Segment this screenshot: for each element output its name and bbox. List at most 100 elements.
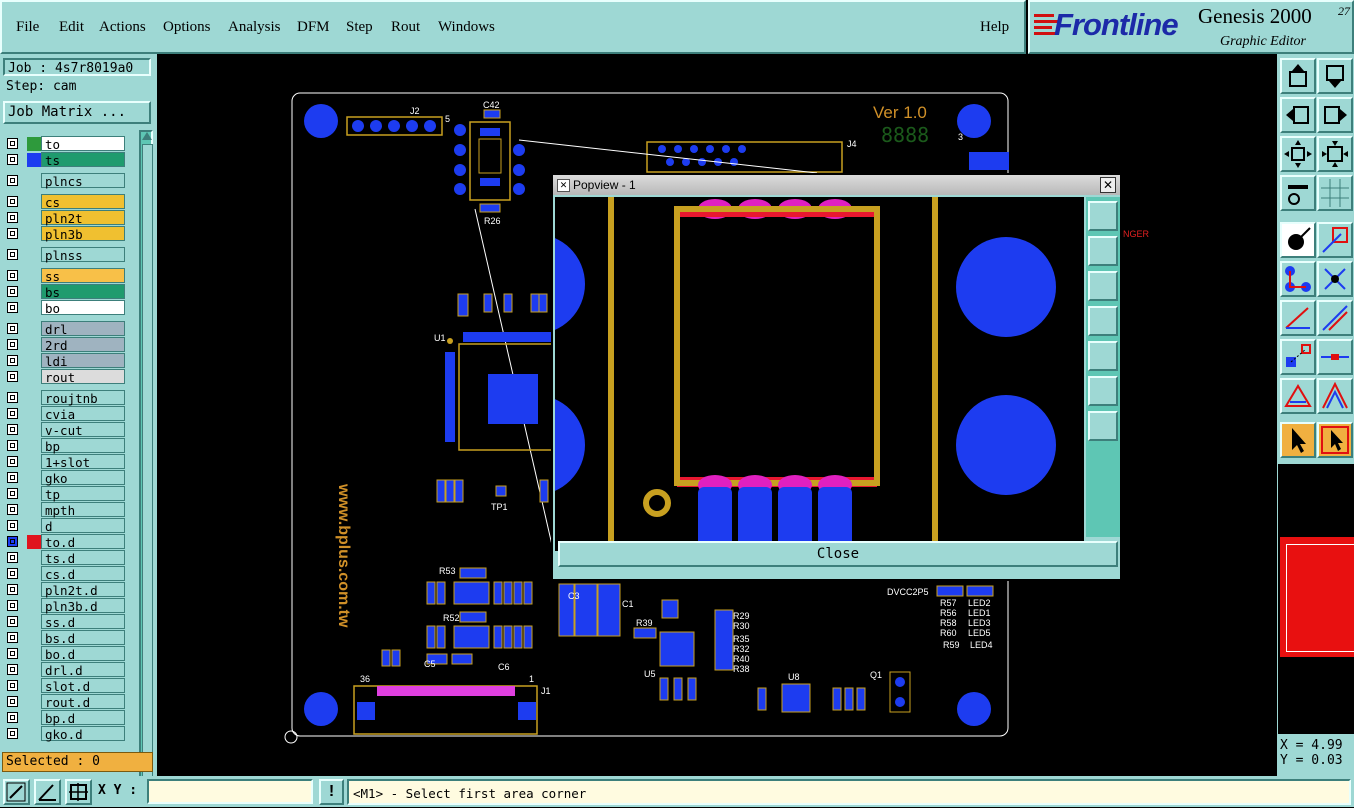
layer-row[interactable]: plnss — [3, 247, 127, 263]
layer-row[interactable]: tp — [3, 486, 127, 502]
layer-row[interactable]: 1+slot — [3, 454, 127, 470]
layer-visibility-checkbox[interactable] — [7, 339, 18, 350]
grid-icon[interactable] — [1317, 175, 1353, 211]
layer-name[interactable]: bs — [41, 284, 125, 300]
layer-visibility-checkbox[interactable] — [7, 648, 18, 659]
layer-name[interactable]: drl — [41, 321, 125, 337]
layer-visibility-checkbox[interactable] — [7, 270, 18, 281]
layer-row[interactable]: bs — [3, 284, 127, 300]
layer-name[interactable]: plnss — [41, 247, 125, 263]
layer-visibility-checkbox[interactable] — [7, 424, 18, 435]
layer-name[interactable]: ss.d — [41, 614, 125, 630]
layer-visibility-checkbox[interactable] — [7, 196, 18, 207]
layer-row[interactable]: ldi — [3, 353, 127, 369]
popview-titlebar[interactable]: ✕ Popview - 1 ✕ — [553, 175, 1120, 195]
layer-visibility-checkbox[interactable] — [7, 552, 18, 563]
layer-row[interactable]: bs.d — [3, 630, 127, 646]
menu-dfm[interactable]: DFM — [297, 19, 330, 36]
layer-name[interactable]: bs.d — [41, 630, 125, 646]
layer-row[interactable]: ss — [3, 268, 127, 284]
close-button[interactable]: Close — [558, 541, 1118, 567]
xy-input[interactable] — [147, 779, 313, 804]
menu-file[interactable]: File — [16, 19, 39, 36]
layer-visibility-checkbox[interactable] — [7, 536, 18, 547]
zoom-in-icon[interactable] — [1088, 201, 1118, 231]
layer-row[interactable]: pln2t — [3, 210, 127, 226]
layer-name[interactable]: 2rd — [41, 337, 125, 353]
layer-name[interactable]: gko.d — [41, 726, 125, 742]
select-area-icon[interactable] — [1317, 422, 1353, 458]
menu-options[interactable]: Options — [163, 19, 211, 36]
pan-up-icon[interactable] — [1280, 58, 1316, 94]
layer-visibility-checkbox[interactable] — [7, 392, 18, 403]
layer-row[interactable]: roujtnb — [3, 390, 127, 406]
layer-visibility-checkbox[interactable] — [7, 323, 18, 334]
layer-row[interactable]: bp.d — [3, 710, 127, 726]
layer-visibility-checkbox[interactable] — [7, 504, 18, 515]
layer-visibility-checkbox[interactable] — [7, 286, 18, 297]
layer-name[interactable]: slot.d — [41, 678, 125, 694]
layer-color-swatch[interactable] — [27, 535, 41, 549]
layer-visibility-checkbox[interactable] — [7, 472, 18, 483]
layer-row[interactable]: drl — [3, 321, 127, 337]
zoom-out-icon[interactable] — [1317, 136, 1353, 172]
menu-windows[interactable]: Windows — [438, 19, 495, 36]
layer-visibility-checkbox[interactable] — [7, 440, 18, 451]
layer-visibility-checkbox[interactable] — [7, 712, 18, 723]
snap-triangle-icon[interactable] — [1280, 378, 1316, 414]
layer-name[interactable]: tp — [41, 486, 125, 502]
snap-pad-icon[interactable] — [1280, 339, 1316, 375]
crosshair-grid-icon[interactable] — [65, 779, 92, 805]
layer-name[interactable]: cs.d — [41, 566, 125, 582]
layer-visibility-checkbox[interactable] — [7, 680, 18, 691]
close-icon[interactable]: ✕ — [1100, 177, 1116, 193]
layer-row[interactable]: cs.d — [3, 566, 127, 582]
layer-row[interactable]: v-cut — [3, 422, 127, 438]
layer-name[interactable]: plncs — [41, 173, 125, 189]
layer-visibility-checkbox[interactable] — [7, 696, 18, 707]
menu-analysis[interactable]: Analysis — [228, 19, 281, 36]
layer-row[interactable]: cvia — [3, 406, 127, 422]
layer-name[interactable]: d — [41, 518, 125, 534]
overview-map[interactable] — [1278, 464, 1354, 734]
layer-visibility-checkbox[interactable] — [7, 488, 18, 499]
menu-edit[interactable]: Edit — [59, 19, 84, 36]
layer-row[interactable]: pln3b.d — [3, 598, 127, 614]
line-angle-icon[interactable] — [1280, 300, 1316, 336]
layer-row[interactable]: bp — [3, 438, 127, 454]
layer-name[interactable]: roujtnb — [41, 390, 125, 406]
pan-right-icon[interactable] — [1088, 341, 1118, 371]
layer-name[interactable]: bo.d — [41, 646, 125, 662]
job-matrix-button[interactable]: Job Matrix ... — [3, 101, 151, 124]
layer-name[interactable]: ts — [41, 152, 125, 168]
layer-row[interactable]: to — [3, 136, 127, 152]
layer-row[interactable]: ts.d — [3, 550, 127, 566]
snap-intersect-icon[interactable] — [1317, 261, 1353, 297]
layer-row[interactable]: gko.d — [3, 726, 127, 742]
scroll-up-arrow-icon[interactable] — [142, 132, 152, 140]
layer-name[interactable]: bp.d — [41, 710, 125, 726]
draw-line-icon[interactable] — [3, 779, 30, 805]
layer-row[interactable]: drl.d — [3, 662, 127, 678]
layer-visibility-checkbox[interactable] — [7, 520, 18, 531]
pan-up-icon[interactable] — [1088, 236, 1118, 266]
layer-name[interactable]: pln3b — [41, 226, 125, 242]
layer-row[interactable]: slot.d — [3, 678, 127, 694]
layer-visibility-checkbox[interactable] — [7, 212, 18, 223]
layer-visibility-checkbox[interactable] — [7, 456, 18, 467]
layer-visibility-checkbox[interactable] — [7, 355, 18, 366]
snap-midpoint-icon[interactable] — [1317, 339, 1353, 375]
window-menu-icon[interactable]: ✕ — [557, 179, 570, 192]
layer-row[interactable]: ts — [3, 152, 127, 168]
layer-row[interactable]: 2rd — [3, 337, 127, 353]
menu-actions[interactable]: Actions — [99, 19, 146, 36]
layer-visibility-checkbox[interactable] — [7, 584, 18, 595]
zoom-fit-icon[interactable] — [1088, 376, 1118, 406]
layer-name[interactable]: bp — [41, 438, 125, 454]
layer-name[interactable]: mpth — [41, 502, 125, 518]
layer-visibility-checkbox[interactable] — [7, 249, 18, 260]
pan-left-icon[interactable] — [1088, 306, 1118, 336]
layer-name[interactable]: cvia — [41, 406, 125, 422]
layer-name[interactable]: ss — [41, 268, 125, 284]
layer-name[interactable]: ts.d — [41, 550, 125, 566]
